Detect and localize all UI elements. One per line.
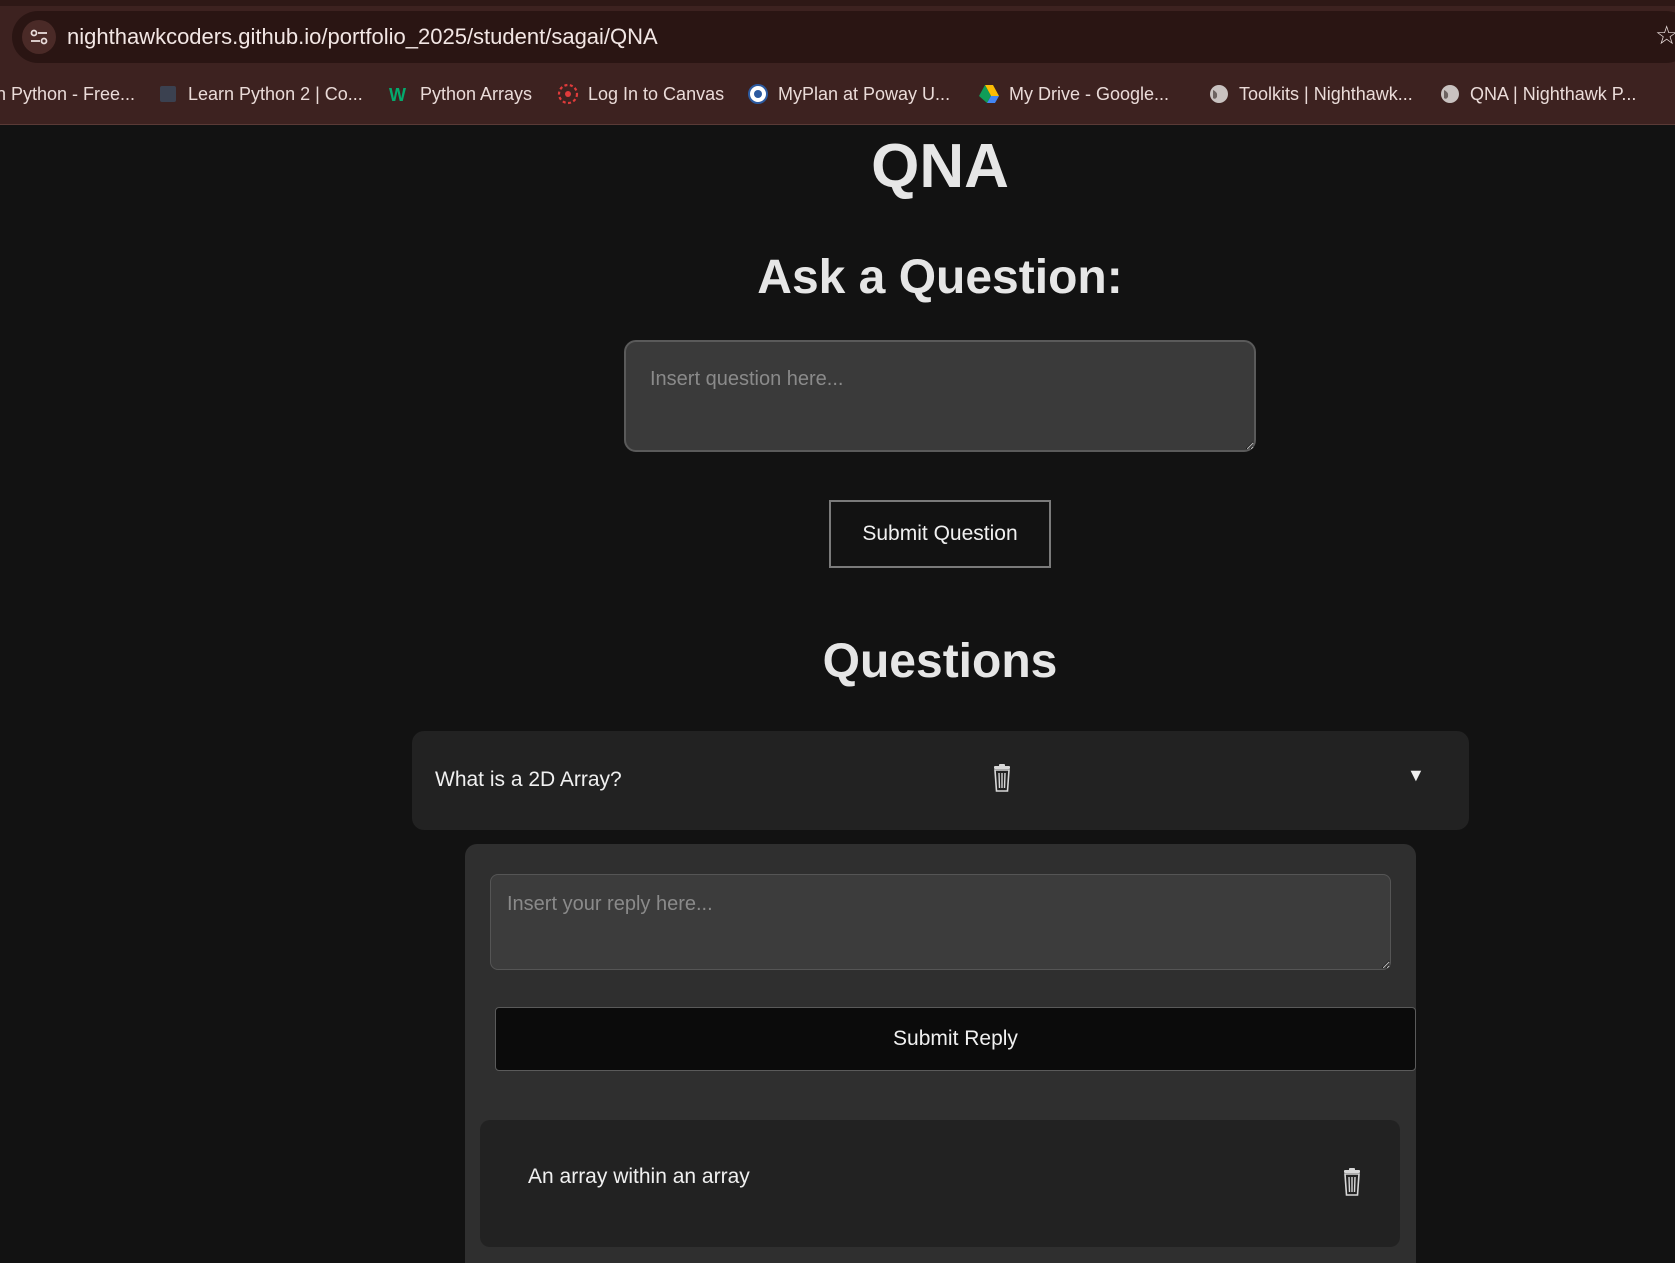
- w3schools-icon: W: [389, 83, 411, 105]
- bookmark-label: Log In to Canvas: [588, 83, 725, 104]
- bookmark-item[interactable]: W Python Arrays: [389, 80, 532, 108]
- bookmark-label: n Python - Free...: [0, 83, 136, 104]
- bookmark-item[interactable]: QNA | Nighthawk P...: [1439, 80, 1636, 108]
- site-info-icon[interactable]: [22, 20, 56, 54]
- url-text[interactable]: nighthawkcoders.github.io/portfolio_2025…: [67, 24, 658, 50]
- codecademy-icon: [157, 83, 179, 105]
- reply-item: An array within an array: [480, 1120, 1400, 1247]
- trash-icon[interactable]: [1342, 1168, 1362, 1196]
- bookmark-label: Toolkits | Nighthawk...: [1239, 83, 1413, 104]
- bookmark-label: My Drive - Google...: [1009, 83, 1170, 104]
- trash-icon[interactable]: [992, 764, 1012, 792]
- globe-icon: [1208, 83, 1230, 105]
- svg-text:W: W: [389, 85, 406, 105]
- question-text: What is a 2D Array?: [435, 768, 622, 791]
- page-content: QNA Ask a Question: Submit Question Ques…: [0, 126, 1675, 1263]
- bookmark-item[interactable]: n Python - Free...: [0, 80, 135, 108]
- question-input[interactable]: [624, 340, 1256, 452]
- reply-panel: Submit Reply An array within an array: [465, 844, 1416, 1263]
- tab-strip-edge: [0, 0, 1675, 6]
- bookmark-label: QNA | Nighthawk P...: [1470, 83, 1637, 104]
- bookmark-label: MyPlan at Poway U...: [778, 83, 951, 104]
- bookmark-label: Learn Python 2 | Co...: [188, 83, 363, 104]
- canvas-icon: [557, 83, 579, 105]
- bookmark-item[interactable]: Log In to Canvas: [557, 80, 724, 108]
- page-title: QNA: [871, 132, 1009, 201]
- globe-icon: [1439, 83, 1461, 105]
- reply-input[interactable]: [490, 874, 1391, 970]
- question-item[interactable]: What is a 2D Array? ▼: [412, 731, 1469, 830]
- google-drive-icon: [978, 83, 1000, 105]
- bookmark-item[interactable]: My Drive - Google...: [978, 80, 1169, 108]
- bookmark-label: Python Arrays: [420, 83, 533, 104]
- ask-question-heading: Ask a Question:: [757, 251, 1123, 304]
- bookmark-item[interactable]: MyPlan at Poway U...: [747, 80, 950, 108]
- address-bar[interactable]: nighthawkcoders.github.io/portfolio_2025…: [12, 11, 1675, 63]
- bookmark-item[interactable]: Toolkits | Nighthawk...: [1208, 80, 1413, 108]
- questions-heading: Questions: [822, 635, 1058, 688]
- bookmark-item[interactable]: Learn Python 2 | Co...: [157, 80, 363, 108]
- submit-question-button[interactable]: Submit Question: [829, 500, 1051, 568]
- bookmark-star-icon[interactable]: ☆: [1655, 20, 1675, 51]
- reply-text: An array within an array: [528, 1165, 750, 1188]
- submit-reply-button[interactable]: Submit Reply: [495, 1007, 1416, 1071]
- myplan-icon: [747, 83, 769, 105]
- expand-toggle-icon[interactable]: ▼: [1407, 765, 1425, 786]
- bookmarks-bar: n Python - Free... Learn Python 2 | Co..…: [0, 72, 1675, 114]
- browser-chrome: nighthawkcoders.github.io/portfolio_2025…: [0, 0, 1675, 125]
